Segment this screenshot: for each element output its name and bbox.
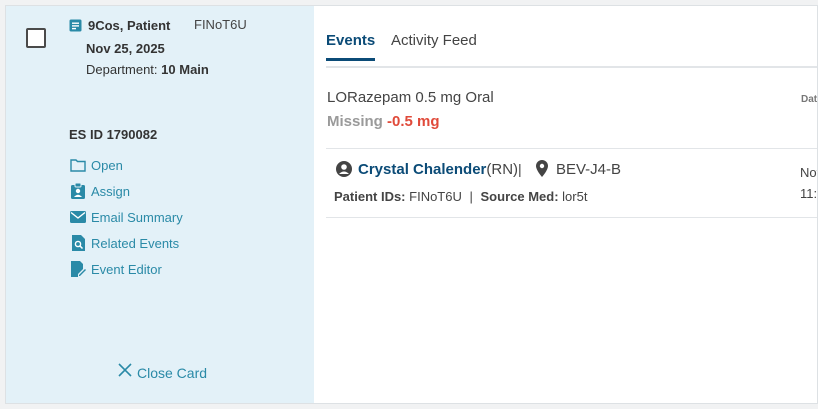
patient-ids-value: FINoT6U (409, 189, 462, 204)
row-time: 11:1 (800, 186, 818, 201)
patient-id: FINoT6U (194, 17, 247, 32)
email-summary-action[interactable]: Email Summary (70, 204, 183, 230)
location-pin-icon (536, 160, 548, 182)
edit-icon (70, 261, 86, 277)
user-name-text: Crystal Chalender (358, 161, 487, 178)
user-name[interactable]: Crystal Chalender(RN) (358, 161, 518, 178)
row-date: Nov (800, 165, 817, 180)
related-events-icon (70, 235, 86, 251)
open-action[interactable]: Open (70, 152, 183, 178)
user-role: (RN) (486, 161, 519, 178)
email-summary-label: Email Summary (91, 209, 183, 225)
es-id: ES ID 1790082 (69, 127, 158, 142)
discrepancy-amount: -0.5 mg (387, 113, 440, 130)
tab-activity-feed[interactable]: Activity Feed (391, 32, 477, 59)
events-panel: Events Activity Feed LORazepam 0.5 mg Or… (314, 6, 817, 403)
event-card: 9Cos, Patient FINoT6U Nov 25, 2025 Depar… (5, 5, 818, 404)
open-label: Open (91, 157, 123, 173)
assign-action[interactable]: Assign (70, 178, 183, 204)
department-label: Department: (86, 62, 158, 77)
department: Department: 10 Main (86, 62, 209, 77)
patient-note-icon (69, 19, 82, 37)
department-value: 10 Main (161, 62, 209, 77)
envelope-icon (70, 209, 86, 225)
source-med-label: Source Med: (480, 189, 559, 204)
related-events-label: Related Events (91, 235, 180, 251)
patient-panel: 9Cos, Patient FINoT6U Nov 25, 2025 Depar… (6, 6, 314, 403)
folder-icon (70, 157, 86, 173)
transaction-row: Crystal Chalender(RN) | BEV-J4-B Patient… (326, 149, 817, 218)
assign-icon (70, 183, 86, 199)
tab-bar: Events Activity Feed (326, 32, 817, 68)
separator: | (518, 161, 522, 177)
event-editor-label: Event Editor (91, 261, 162, 277)
patient-name: 9Cos, Patient (88, 18, 171, 33)
patient-ids-label: Patient IDs: (334, 189, 406, 204)
action-list: Open Assign Email Summary Related Events (70, 152, 183, 282)
discrepancy-status: Missing (327, 113, 383, 130)
device-name: BEV-J4-B (556, 161, 622, 178)
medication-name: LORazepam 0.5 mg Oral (327, 89, 494, 106)
close-icon (118, 363, 132, 382)
related-events-action[interactable]: Related Events (70, 230, 183, 256)
event-date: Nov 25, 2025 (86, 41, 165, 56)
close-card-label: Close Card (137, 364, 208, 381)
row-details: Patient IDs: FINoT6U | Source Med: lor5t (334, 189, 587, 204)
user-icon (336, 161, 352, 182)
tab-events[interactable]: Events (326, 32, 376, 61)
details-separator: | (469, 189, 473, 204)
assign-label: Assign (91, 183, 131, 199)
date-column-header: Dat (801, 94, 818, 105)
discrepancy: Missing -0.5 mg (327, 113, 440, 130)
select-checkbox[interactable] (26, 28, 46, 48)
close-card-button[interactable]: Close Card (118, 363, 207, 382)
source-med-value: lor5t (562, 189, 588, 204)
event-editor-action[interactable]: Event Editor (70, 256, 183, 282)
